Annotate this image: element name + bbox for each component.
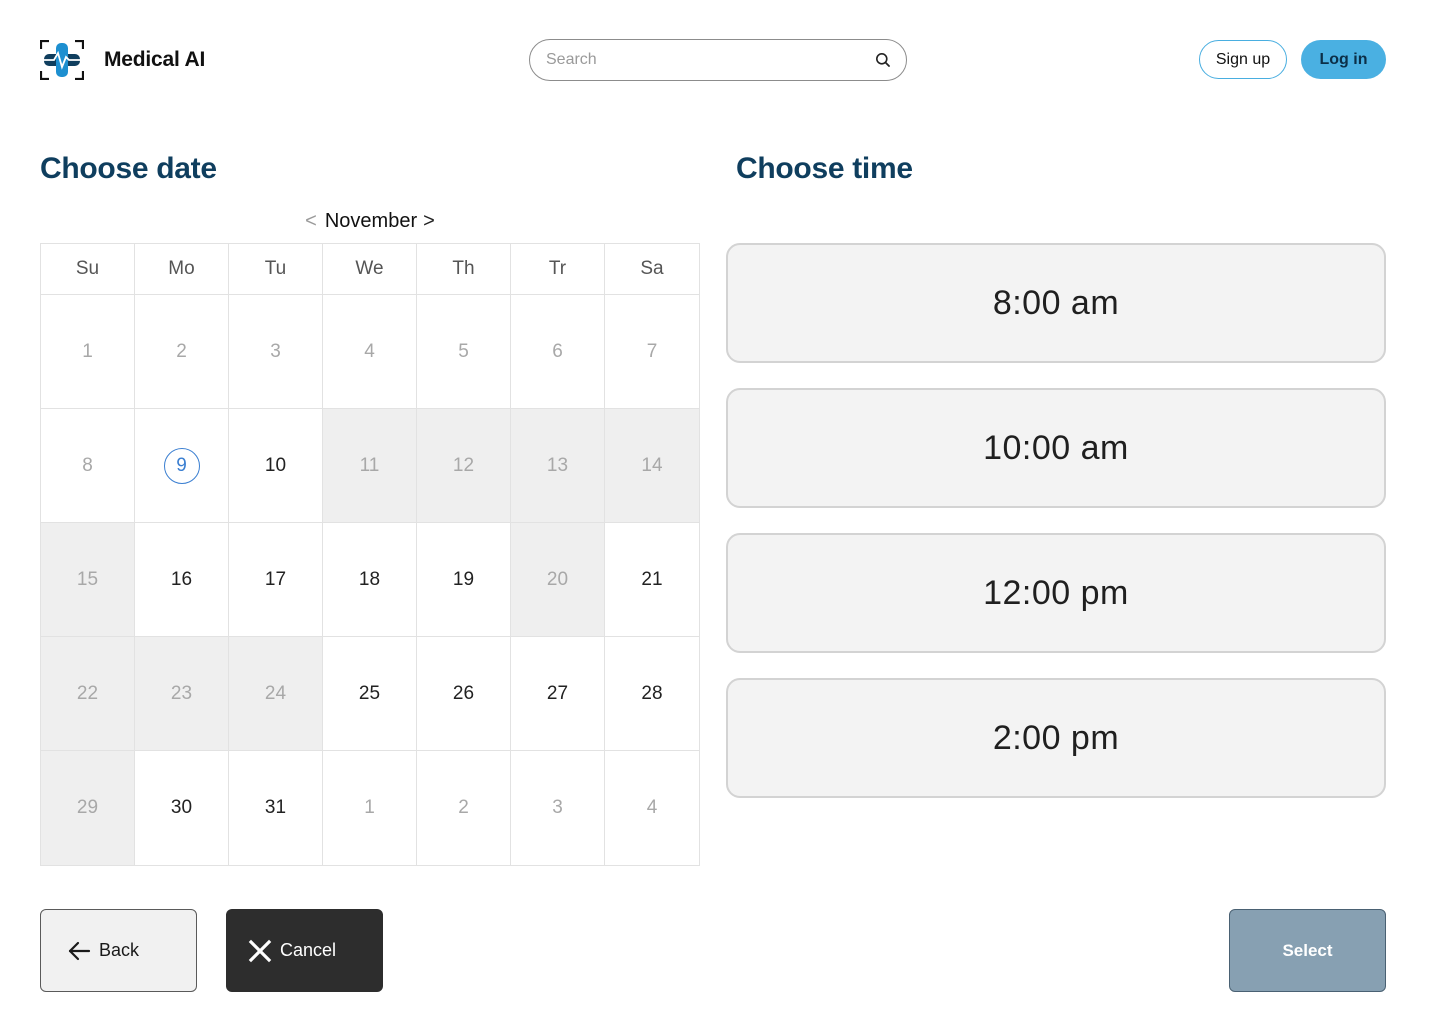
time-slot-button[interactable]: 10:00 am (726, 388, 1386, 508)
calendar-day[interactable]: 31 (229, 751, 323, 865)
calendar-day[interactable]: 6 (511, 295, 605, 409)
calendar-day: 12 (417, 409, 511, 523)
calendar-day: 24 (229, 637, 323, 751)
calendar-day[interactable]: 21 (605, 523, 699, 637)
calendar-day[interactable]: 3 (229, 295, 323, 409)
calendar-day: 11 (323, 409, 417, 523)
choose-time-heading: Choose time (736, 152, 913, 185)
calendar-day: 20 (511, 523, 605, 637)
calendar-day[interactable]: 17 (229, 523, 323, 637)
calendar-day-today[interactable]: 9 (135, 409, 229, 523)
calendar-day[interactable]: 1 (323, 751, 417, 865)
calendar-day: 22 (41, 637, 135, 751)
calendar-day[interactable]: 4 (323, 295, 417, 409)
today-indicator: 9 (163, 447, 200, 484)
calendar-day[interactable]: 25 (323, 637, 417, 751)
weekday-header: We (323, 244, 417, 295)
calendar-day[interactable]: 10 (229, 409, 323, 523)
search-input[interactable] (546, 51, 874, 69)
calendar-day: 15 (41, 523, 135, 637)
calendar-day: 29 (41, 751, 135, 865)
medical-cross-logo-icon (40, 40, 84, 80)
search-icon[interactable] (874, 51, 892, 69)
calendar-grid: Su Mo Tu We Th Tr Sa 1 2 3 4 5 6 7 8 9 10 11 12 13 14 15 16 17 1… (40, 243, 700, 866)
search-bar[interactable] (529, 39, 907, 81)
weekday-header: Su (41, 244, 135, 295)
weekday-header: Tu (229, 244, 323, 295)
back-label: Back (99, 940, 140, 960)
calendar-day[interactable]: 18 (323, 523, 417, 637)
time-slot-button[interactable]: 2:00 pm (726, 678, 1386, 798)
weekday-header: Mo (135, 244, 229, 295)
logo[interactable]: Medical AI (40, 40, 205, 80)
previous-month-button[interactable]: < (305, 210, 317, 233)
calendar-day[interactable]: 1 (41, 295, 135, 409)
calendar-day[interactable]: 27 (511, 637, 605, 751)
choose-date-heading: Choose date (40, 152, 217, 185)
calendar-day[interactable]: 30 (135, 751, 229, 865)
next-month-button[interactable]: > (423, 210, 435, 233)
calendar-day[interactable]: 3 (511, 751, 605, 865)
calendar-day: 23 (135, 637, 229, 751)
month-label: November (324, 209, 418, 232)
calendar-day: 14 (605, 409, 699, 523)
calendar-day[interactable]: 4 (605, 751, 699, 865)
calendar-day[interactable]: 28 (605, 637, 699, 751)
arrow-left-icon (67, 941, 91, 961)
calendar-day[interactable]: 8 (41, 409, 135, 523)
weekday-header: Th (417, 244, 511, 295)
calendar-day[interactable]: 26 (417, 637, 511, 751)
back-button[interactable]: Back (40, 909, 197, 992)
booking-page: Medical AI Sign up Log in Choose date Ch… (0, 0, 1440, 1024)
calendar-day[interactable]: 2 (135, 295, 229, 409)
close-icon (248, 939, 272, 963)
calendar-day[interactable]: 7 (605, 295, 699, 409)
cancel-label: Cancel (280, 940, 337, 960)
select-button[interactable]: Select (1229, 909, 1386, 992)
log-in-button[interactable]: Log in (1301, 40, 1386, 79)
calendar-day[interactable]: 16 (135, 523, 229, 637)
sign-up-button[interactable]: Sign up (1199, 40, 1287, 79)
time-slot-button[interactable]: 8:00 am (726, 243, 1386, 363)
app-name: Medical AI (104, 48, 206, 71)
month-navigation: < November > (40, 206, 700, 236)
calendar-day[interactable]: 5 (417, 295, 511, 409)
weekday-header: Tr (511, 244, 605, 295)
calendar-day[interactable]: 19 (417, 523, 511, 637)
calendar-day[interactable]: 2 (417, 751, 511, 865)
calendar-day: 13 (511, 409, 605, 523)
cancel-button[interactable]: Cancel (226, 909, 383, 992)
weekday-header: Sa (605, 244, 699, 295)
time-slot-button[interactable]: 12:00 pm (726, 533, 1386, 653)
time-slot-list: 8:00 am 10:00 am 12:00 pm 2:00 pm (726, 243, 1386, 823)
